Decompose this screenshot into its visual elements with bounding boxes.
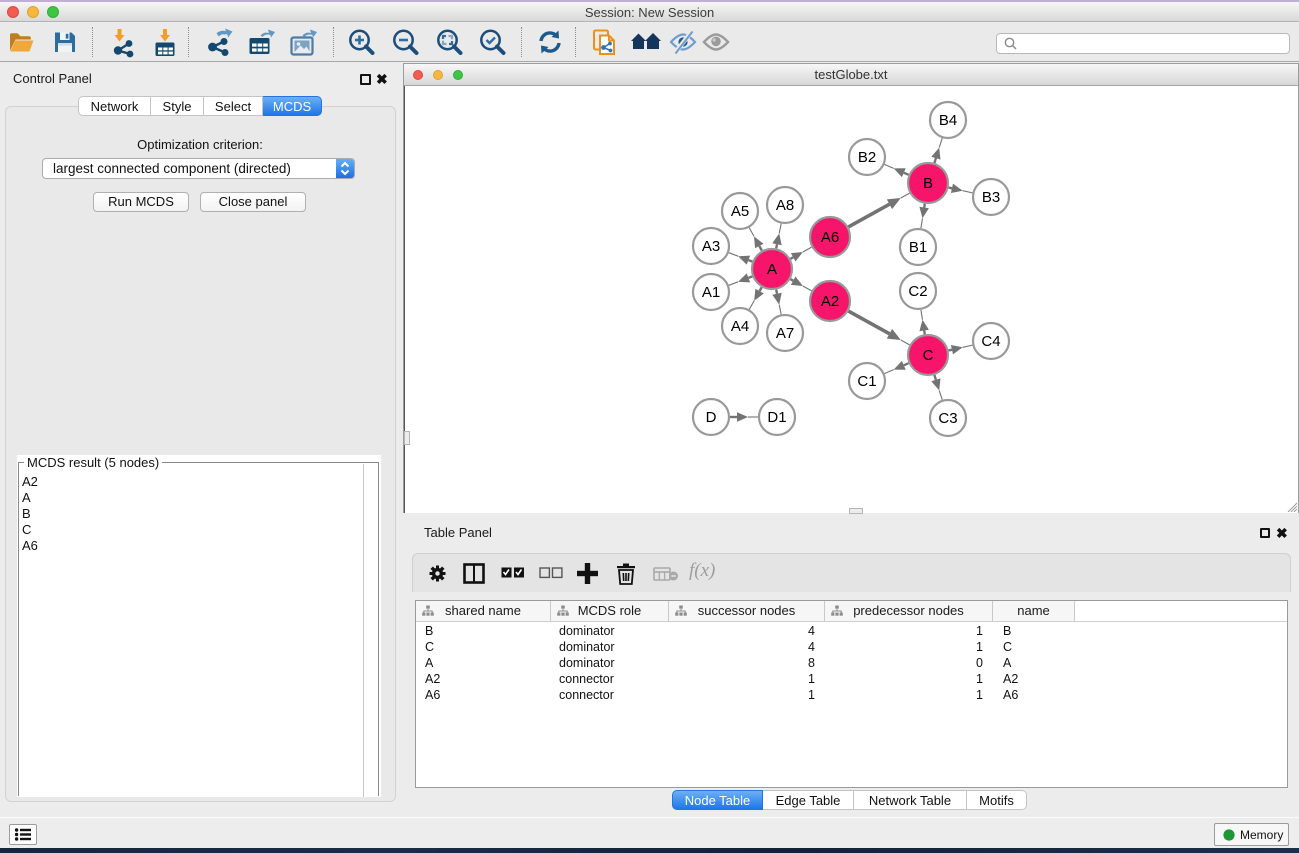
svg-text:D: D	[706, 409, 717, 426]
svg-text:C4: C4	[981, 333, 1000, 350]
svg-text:B2: B2	[858, 149, 876, 166]
svg-text:C2: C2	[908, 283, 927, 300]
svg-text:D1: D1	[767, 409, 786, 426]
svg-text:B3: B3	[982, 189, 1000, 206]
svg-text:A4: A4	[731, 318, 749, 335]
svg-text:C3: C3	[938, 410, 957, 427]
svg-text:A6: A6	[821, 229, 839, 246]
svg-text:C: C	[923, 347, 934, 364]
svg-text:B1: B1	[909, 239, 927, 256]
svg-text:A: A	[767, 261, 777, 278]
svg-text:A8: A8	[776, 197, 794, 214]
svg-text:A2: A2	[821, 293, 839, 310]
svg-text:C1: C1	[857, 373, 876, 390]
svg-text:A3: A3	[702, 238, 720, 255]
svg-text:B4: B4	[939, 112, 957, 129]
svg-text:A1: A1	[702, 284, 720, 301]
svg-text:B: B	[923, 175, 933, 192]
svg-text:A5: A5	[731, 203, 749, 220]
svg-text:A7: A7	[776, 325, 794, 342]
